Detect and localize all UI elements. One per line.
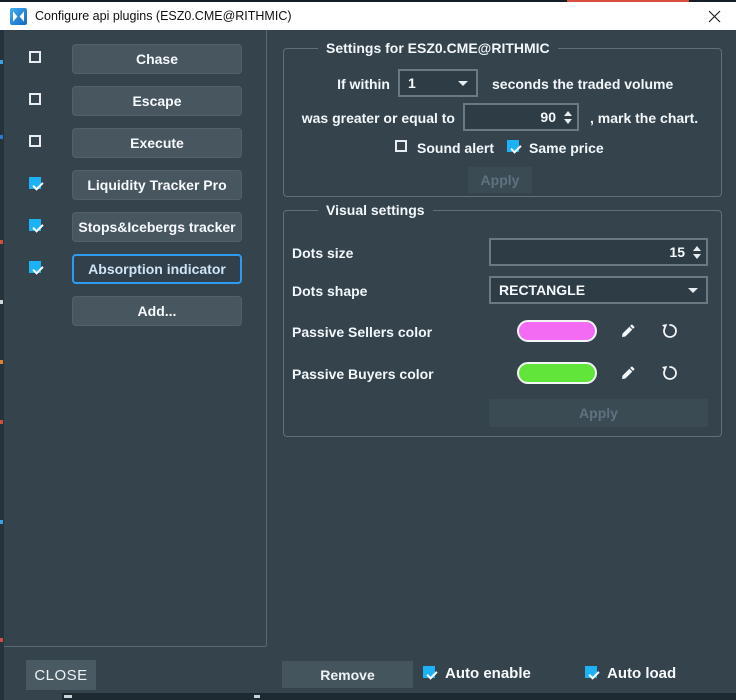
background-artifact	[0, 420, 3, 424]
left-footer-separator	[4, 646, 266, 647]
plugin-button-execute[interactable]: Execute	[72, 128, 242, 158]
background-artifact	[64, 695, 72, 698]
plugin-button-escape[interactable]: Escape	[72, 86, 242, 116]
background-artifact	[0, 520, 3, 524]
panel-divider	[266, 30, 267, 646]
background-artifact	[254, 695, 260, 698]
plugin-checkbox-chase[interactable]	[29, 51, 41, 63]
plugin-row: Chase	[0, 44, 266, 74]
seconds-value: 1	[408, 75, 416, 91]
mark-chart-label: , mark the chart.	[590, 110, 699, 126]
dots-shape-combobox[interactable]: RECTANGLE	[489, 276, 708, 304]
dots-size-value: 15	[669, 244, 685, 260]
spinner-down-icon	[693, 253, 701, 259]
plugin-row: Execute	[0, 128, 266, 158]
spinner-up-icon	[564, 110, 572, 116]
settings-group-title: Settings for ESZ0.CME@RITHMIC	[318, 40, 558, 56]
edit-sellers-color-button[interactable]	[618, 321, 638, 341]
remove-button[interactable]: Remove	[282, 661, 413, 688]
configure-api-plugins-dialog: Configure api plugins (ESZ0.CME@RITHMIC)…	[0, 0, 736, 700]
pencil-icon	[622, 366, 635, 379]
volume-spinner[interactable]: 90	[463, 103, 579, 131]
chevron-down-icon	[458, 80, 468, 86]
if-within-label: If within	[337, 76, 390, 92]
same-price-checkbox[interactable]	[507, 140, 519, 152]
plugin-button-liquidity-tracker[interactable]: Liquidity Tracker Pro	[72, 170, 242, 200]
background-artifact	[0, 360, 3, 364]
plugin-row: Liquidity Tracker Pro	[0, 170, 266, 200]
auto-load-label: Auto load	[607, 665, 677, 682]
volume-value: 90	[540, 109, 556, 125]
visual-settings-title: Visual settings	[318, 202, 433, 218]
plugin-row: Add...	[0, 296, 266, 326]
plugin-checkbox-absorption[interactable]	[29, 261, 41, 273]
dots-shape-label: Dots shape	[292, 283, 368, 299]
passive-buyers-color-swatch[interactable]	[517, 362, 597, 384]
visual-apply-button[interactable]: Apply	[489, 399, 708, 427]
passive-sellers-color-swatch[interactable]	[517, 320, 597, 342]
dots-size-label: Dots size	[292, 245, 354, 261]
plugin-row: Escape	[0, 86, 266, 116]
sound-alert-checkbox[interactable]	[395, 140, 407, 152]
dots-size-spinner[interactable]: 15	[489, 238, 708, 266]
plugin-checkbox-execute[interactable]	[29, 135, 41, 147]
plugin-button-stops-icebergs[interactable]: Stops&Icebergs tracker	[72, 212, 242, 242]
plugin-button-chase[interactable]: Chase	[72, 44, 242, 74]
plugin-checkbox-escape[interactable]	[29, 93, 41, 105]
same-price-label: Same price	[529, 140, 604, 156]
add-plugin-button[interactable]: Add...	[72, 296, 242, 326]
seconds-combobox[interactable]: 1	[398, 69, 478, 97]
settings-apply-button[interactable]: Apply	[468, 167, 532, 193]
plugin-row: Stops&Icebergs tracker	[0, 212, 266, 242]
traded-volume-label: seconds the traded volume	[492, 76, 674, 92]
window-title: Configure api plugins (ESZ0.CME@RITHMIC)	[35, 9, 292, 23]
auto-enable-checkbox[interactable]	[423, 666, 435, 678]
plugin-checkbox-liquidity-tracker[interactable]	[29, 177, 41, 189]
spinner-down-icon	[564, 118, 572, 124]
reset-sellers-color-button[interactable]	[660, 321, 680, 341]
auto-enable-label: Auto enable	[445, 665, 531, 682]
auto-load-checkbox[interactable]	[585, 666, 597, 678]
dots-shape-value: RECTANGLE	[499, 282, 586, 298]
passive-buyers-label: Passive Buyers color	[292, 366, 434, 382]
reset-icon	[662, 366, 677, 380]
plugin-row: Absorption indicator	[0, 254, 266, 284]
reset-buyers-color-button[interactable]	[660, 363, 680, 383]
close-dialog-button[interactable]: CLOSE	[26, 660, 96, 690]
background-artifact	[0, 638, 3, 642]
plugin-checkbox-stops-icebergs[interactable]	[29, 219, 41, 231]
plugin-button-absorption[interactable]: Absorption indicator	[72, 254, 242, 284]
close-icon	[708, 10, 720, 22]
greater-equal-label: was greater or equal to	[301, 110, 455, 126]
edit-buyers-color-button[interactable]	[618, 363, 638, 383]
pencil-icon	[622, 324, 635, 337]
spinner-buttons[interactable]	[564, 110, 572, 124]
reset-icon	[662, 324, 677, 338]
titlebar: Configure api plugins (ESZ0.CME@RITHMIC)	[0, 2, 736, 30]
background-artifact-bottom	[62, 693, 736, 700]
passive-sellers-label: Passive Sellers color	[292, 324, 433, 340]
window-close-button[interactable]	[692, 2, 736, 30]
spinner-up-icon	[693, 245, 701, 251]
chevron-down-icon	[688, 287, 698, 293]
spinner-buttons[interactable]	[693, 245, 701, 259]
app-logo-icon	[10, 7, 27, 25]
sound-alert-label: Sound alert	[417, 140, 495, 156]
